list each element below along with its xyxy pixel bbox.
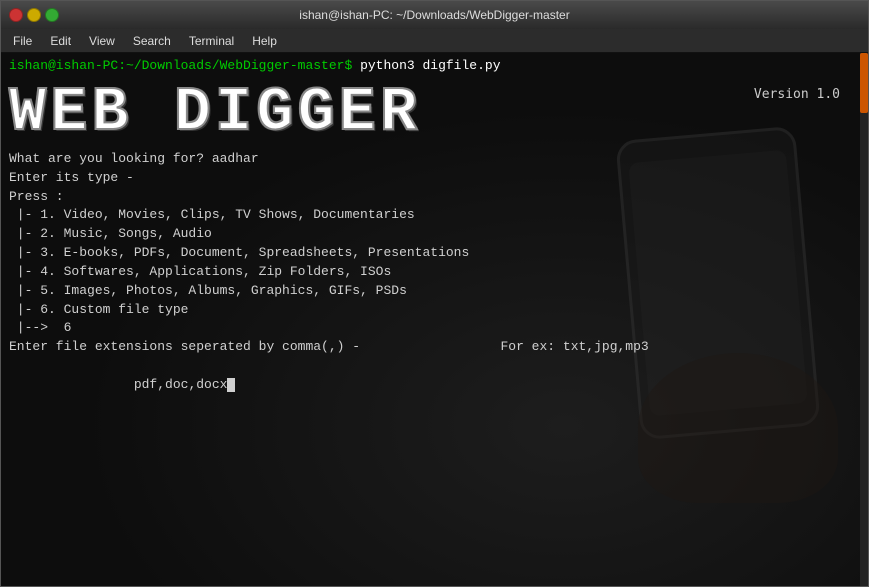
output-line-12: Enter file extensions seperated by comma…: [9, 338, 860, 357]
minimize-button[interactable]: [27, 8, 41, 22]
output-line-0: What are you looking for? aadhar: [9, 150, 860, 169]
output-line-10: |--> 6: [9, 319, 860, 338]
maximize-button[interactable]: [45, 8, 59, 22]
terminal-body[interactable]: ishan@ishan-PC:~/Downloads/WebDigger-mas…: [1, 53, 868, 586]
menubar: File Edit View Search Terminal Help: [1, 29, 868, 53]
menu-search[interactable]: Search: [125, 32, 179, 50]
output-line-4: |- 1. Video, Movies, Clips, TV Shows, Do…: [9, 206, 860, 225]
window-controls: [9, 8, 59, 22]
output-line-3: Press :: [9, 188, 860, 207]
command-text: python3 digfile.py: [352, 58, 500, 73]
output-line-13: pdf,doc,docx: [9, 357, 860, 414]
output-line-9: |- 6. Custom file type: [9, 301, 860, 320]
titlebar: ishan@ishan-PC: ~/Downloads/WebDigger-ma…: [1, 1, 868, 29]
output-line-6: |- 3. E-books, PDFs, Document, Spreadshe…: [9, 244, 860, 263]
menu-help[interactable]: Help: [244, 32, 285, 50]
output-line-5: |- 2. Music, Songs, Audio: [9, 225, 860, 244]
cursor: [227, 378, 235, 392]
menu-file[interactable]: File: [5, 32, 40, 50]
close-button[interactable]: [9, 8, 23, 22]
menu-edit[interactable]: Edit: [42, 32, 79, 50]
output-line-7: |- 4. Softwares, Applications, Zip Folde…: [9, 263, 860, 282]
prompt-line: ishan@ishan-PC:~/Downloads/WebDigger-mas…: [9, 57, 860, 76]
window-title: ishan@ishan-PC: ~/Downloads/WebDigger-ma…: [59, 8, 810, 22]
app-title: WEB DIGGER: [9, 82, 421, 144]
version-text: Version 1.0: [754, 82, 860, 105]
app-title-row: WEB DIGGER Version 1.0: [9, 82, 860, 144]
input-prefix: pdf,doc,docx: [71, 377, 227, 392]
output-line-2: Enter its type -: [9, 169, 860, 188]
terminal-window: ishan@ishan-PC: ~/Downloads/WebDigger-ma…: [0, 0, 869, 587]
menu-terminal[interactable]: Terminal: [181, 32, 242, 50]
terminal-content: ishan@ishan-PC:~/Downloads/WebDigger-mas…: [1, 53, 868, 418]
output-line-8: |- 5. Images, Photos, Albums, Graphics, …: [9, 282, 860, 301]
prompt-text: ishan@ishan-PC:~/Downloads/WebDigger-mas…: [9, 58, 352, 73]
menu-view[interactable]: View: [81, 32, 123, 50]
